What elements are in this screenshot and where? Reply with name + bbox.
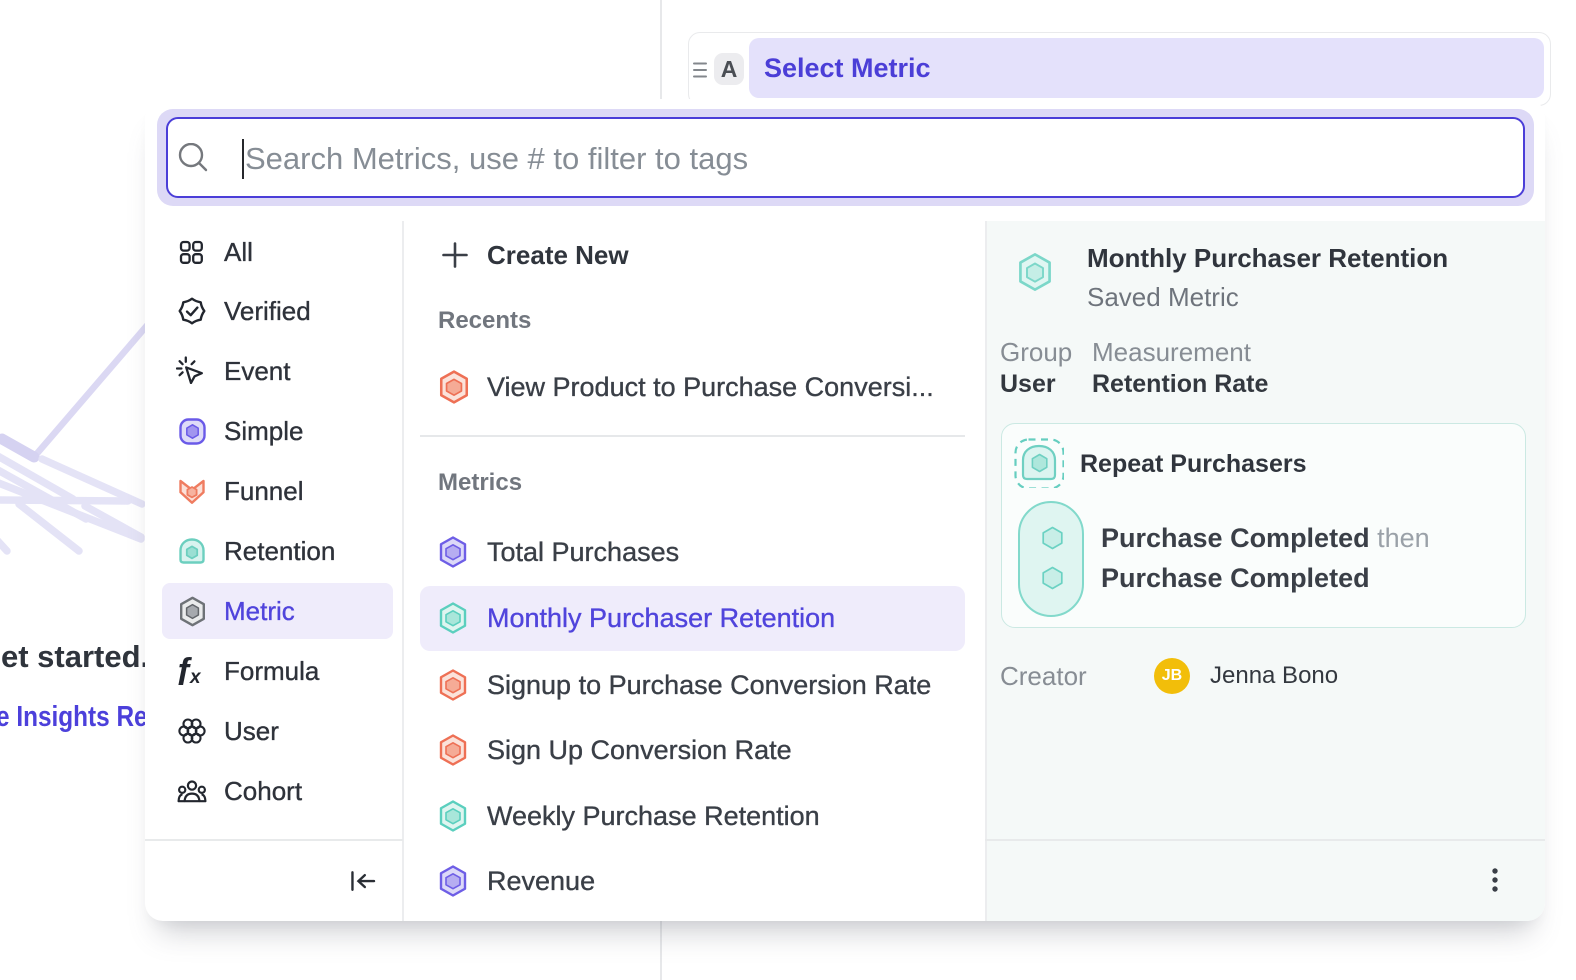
svg-text:x: x <box>189 667 202 685</box>
